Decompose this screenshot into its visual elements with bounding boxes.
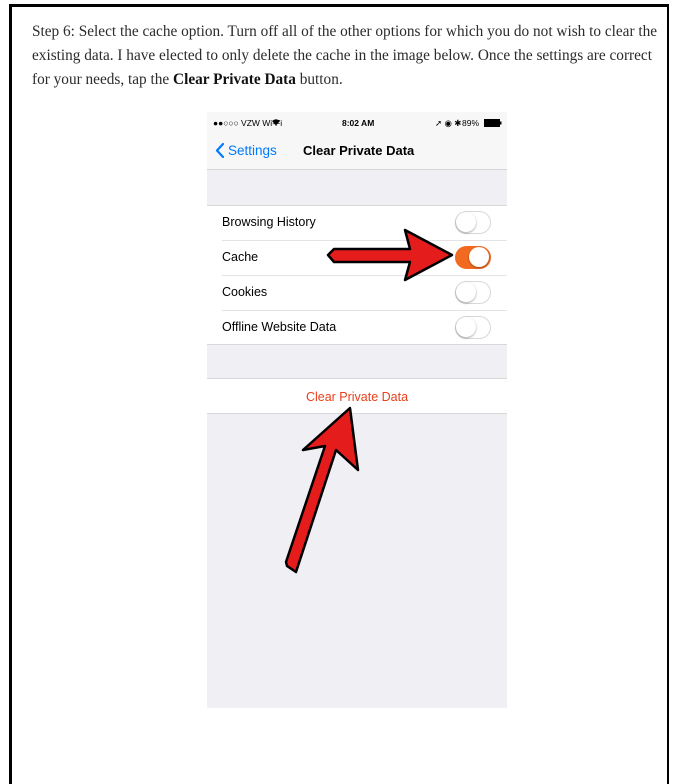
cookies-toggle[interactable] <box>455 281 491 304</box>
article-text: Step 6: Select the cache option. Turn of… <box>32 23 658 88</box>
toggle-knob <box>456 212 476 232</box>
toggle-knob <box>456 317 476 337</box>
setting-row-cookies: Cookies <box>207 276 507 311</box>
offline-website-data-toggle[interactable] <box>455 316 491 339</box>
status-icons: ➚ ◉ ✱ <box>435 118 462 128</box>
toggle-knob <box>469 247 489 267</box>
phone-screenshot: ●●○○○ VZW Wi-Fi 8:02 AM ➚ ◉ ✱ 89% Settin… <box>207 112 507 708</box>
toggle-knob <box>456 282 476 302</box>
setting-label: Cookies <box>222 285 268 299</box>
article-paragraph: Step 6: Select the cache option. Turn of… <box>32 20 660 92</box>
setting-row-browsing-history: Browsing History <box>207 206 507 241</box>
clear-private-data-label: Clear Private Data <box>305 390 409 404</box>
battery-percent: 89% <box>462 118 480 128</box>
setting-label: Cache <box>222 250 259 264</box>
browsing-history-toggle[interactable] <box>455 211 491 234</box>
clear-private-data-button[interactable]: Clear Private Data <box>207 378 507 414</box>
article-text-end: button. <box>295 71 343 88</box>
wifi-icon <box>271 118 281 128</box>
page-title: Clear Private Data <box>303 143 415 158</box>
setting-label: Offline Website Data <box>222 320 337 334</box>
status-time: 8:02 AM <box>342 118 375 128</box>
status-bar: ●●○○○ VZW Wi-Fi 8:02 AM ➚ ◉ ✱ 89% <box>207 112 507 134</box>
settings-group: Browsing History Cache Cookies Offline W… <box>207 205 507 345</box>
setting-label: Browsing History <box>222 215 316 229</box>
back-label: Settings <box>228 143 277 158</box>
battery-icon <box>484 119 502 129</box>
navigation-bar: Settings Clear Private Data <box>207 134 507 170</box>
back-button[interactable]: Settings <box>215 143 277 158</box>
setting-row-cache: Cache <box>207 241 507 276</box>
cache-toggle[interactable] <box>455 246 491 269</box>
article-bold-text: Clear Private Data <box>173 71 296 88</box>
chevron-left-icon <box>215 143 224 158</box>
setting-row-offline-website-data: Offline Website Data <box>207 311 507 346</box>
